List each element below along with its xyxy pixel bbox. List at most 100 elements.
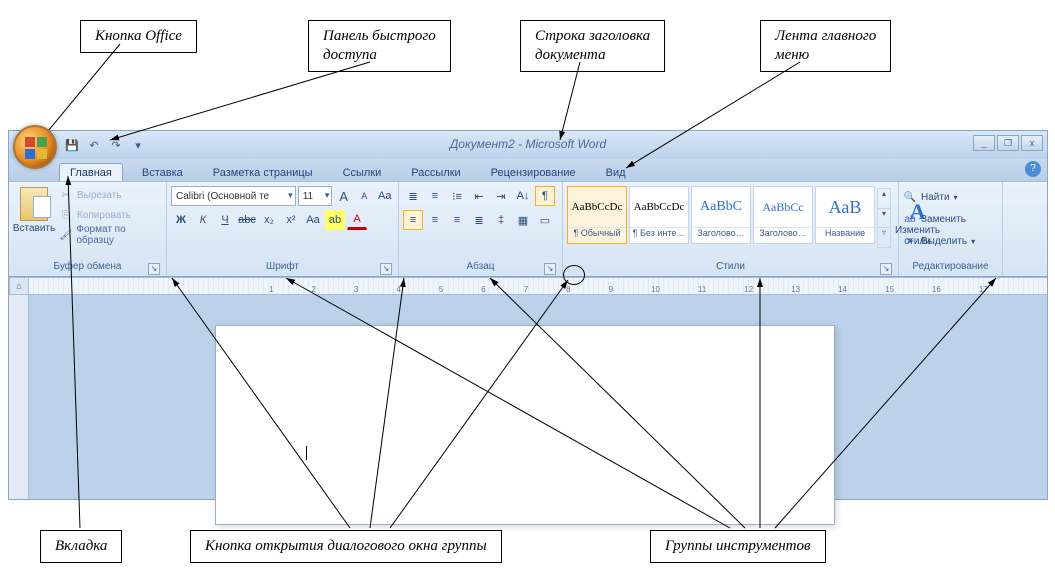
document-title: Документ2 - Microsoft Word: [9, 137, 1047, 151]
style-nospacing[interactable]: AaBbCcDc ¶ Без инте…: [629, 186, 689, 244]
paste-icon: [20, 187, 48, 221]
restore-button[interactable]: ❐: [997, 135, 1019, 151]
paste-button[interactable]: Вставить: [13, 184, 55, 260]
style-title[interactable]: АаВ Название: [815, 186, 875, 244]
line-spacing-button[interactable]: ‡: [491, 210, 511, 230]
select-button[interactable]: ➤ Выделить ▾: [903, 232, 975, 250]
italic-button[interactable]: К: [193, 210, 213, 230]
find-icon: 🔍: [903, 190, 917, 204]
style-preview: AaBbC: [692, 187, 750, 227]
chevron-down-icon[interactable]: ▾: [878, 209, 890, 229]
brush-icon: 🖌: [59, 228, 72, 242]
select-icon: ➤: [903, 234, 917, 248]
callout-title-row: Строка заголовка документа: [520, 20, 665, 72]
align-right-button[interactable]: ≡: [447, 210, 467, 230]
tab-view[interactable]: Вид: [595, 163, 637, 181]
bold-button[interactable]: Ж: [171, 210, 191, 230]
shrink-font-button[interactable]: A: [355, 186, 374, 206]
style-normal[interactable]: AaBbCcDc ¶ Обычный: [567, 186, 627, 244]
replace-button[interactable]: ab Заменить: [903, 210, 975, 228]
subscript-button[interactable]: x₂: [259, 210, 279, 230]
tab-mailings[interactable]: Рассылки: [400, 163, 471, 181]
callout-ribbon: Лента главного меню: [760, 20, 891, 72]
chevron-down-icon: ▾: [971, 237, 975, 246]
dialog-launcher-paragraph[interactable]: ↘: [544, 263, 556, 275]
chevron-up-icon[interactable]: ▴: [878, 189, 890, 209]
borders-button[interactable]: ▭: [535, 210, 555, 230]
align-center-button[interactable]: ≡: [425, 210, 445, 230]
cut-button[interactable]: ✂ Вырезать: [59, 186, 162, 204]
group-editing: 🔍 Найти ▾ ab Заменить ➤ Выделить ▾: [899, 182, 1003, 276]
group-label-editing: Редактирование: [903, 260, 998, 276]
select-label: Выделить: [921, 236, 967, 247]
minimize-button[interactable]: _: [973, 135, 995, 151]
gallery-expand-icon[interactable]: ▿: [878, 228, 890, 247]
grow-font-button[interactable]: A: [334, 186, 353, 206]
shading-button[interactable]: ▦: [513, 210, 533, 230]
callout-tab: Вкладка: [40, 530, 122, 563]
close-button[interactable]: x: [1021, 135, 1043, 151]
highlight-button[interactable]: ab: [325, 210, 345, 230]
justify-button[interactable]: ≣: [469, 210, 489, 230]
find-button[interactable]: 🔍 Найти ▾: [903, 188, 975, 206]
strike-button[interactable]: abc: [237, 210, 257, 230]
ruler-corner[interactable]: ⌂: [9, 277, 29, 295]
style-gallery-scroll[interactable]: ▴ ▾ ▿: [877, 188, 891, 248]
tab-pagelayout[interactable]: Разметка страницы: [202, 163, 324, 181]
group-clipboard: Вставить ✂ Вырезать ⎘ Копировать 🖌 Форма…: [9, 182, 167, 276]
dialog-launcher-clipboard[interactable]: ↘: [148, 263, 160, 275]
tab-insert[interactable]: Вставка: [131, 163, 194, 181]
format-painter-button[interactable]: 🖌 Формат по образцу: [59, 226, 162, 244]
word-window: 💾 ↶ ↷ ▾ Документ2 - Microsoft Word _ ❐ x…: [8, 130, 1048, 500]
office-button[interactable]: [13, 125, 57, 169]
style-preview: АаВ: [816, 187, 874, 227]
dialog-launcher-styles[interactable]: ↘: [880, 263, 892, 275]
sort-button[interactable]: A↓: [513, 186, 533, 206]
copy-icon: ⎘: [59, 208, 73, 222]
dialog-launcher-font[interactable]: ↘: [380, 263, 392, 275]
window-controls: _ ❐ x: [973, 135, 1043, 151]
bullets-button[interactable]: ≣: [403, 186, 423, 206]
align-left-button[interactable]: ≡: [403, 210, 423, 230]
group-label-paragraph: Абзац ↘: [403, 260, 558, 276]
copy-label: Копировать: [77, 210, 131, 221]
style-preview: AaBbCcDc: [630, 187, 688, 227]
scissors-icon: ✂: [59, 188, 73, 202]
style-gallery: AaBbCcDc ¶ Обычный AaBbCcDc ¶ Без инте… …: [567, 184, 891, 244]
change-case-button[interactable]: Aa: [303, 210, 323, 230]
help-button[interactable]: ?: [1025, 161, 1041, 177]
chevron-down-icon: ▾: [954, 193, 958, 202]
title-bar: 💾 ↶ ↷ ▾ Документ2 - Microsoft Word _ ❐ x: [9, 131, 1047, 159]
tab-home[interactable]: Главная: [59, 163, 123, 181]
ribbon: Вставить ✂ Вырезать ⎘ Копировать 🖌 Форма…: [9, 181, 1047, 277]
group-styles: AaBbCcDc ¶ Обычный AaBbCcDc ¶ Без инте… …: [563, 182, 899, 276]
callout-groups: Группы инструментов: [650, 530, 826, 563]
superscript-button[interactable]: x²: [281, 210, 301, 230]
tab-review[interactable]: Рецензирование: [480, 163, 587, 181]
style-name: Заголово…: [692, 227, 750, 243]
dec-indent-button[interactable]: ⇤: [469, 186, 489, 206]
font-color-button[interactable]: A: [347, 210, 367, 230]
document-page[interactable]: [215, 325, 835, 525]
copy-button[interactable]: ⎘ Копировать: [59, 206, 162, 224]
group-font: Calibri (Основной те 11 A A Aa Ж К Ч abc…: [167, 182, 399, 276]
group-label-font: Шрифт ↘: [171, 260, 394, 276]
underline-button[interactable]: Ч: [215, 210, 235, 230]
find-label: Найти: [921, 192, 950, 203]
numbering-button[interactable]: ≡: [425, 186, 445, 206]
replace-label: Заменить: [921, 214, 966, 225]
clear-format-button[interactable]: Aa: [375, 186, 394, 206]
group-label-styles: Стили ↘: [567, 260, 894, 276]
inc-indent-button[interactable]: ⇥: [491, 186, 511, 206]
style-preview: AaBbCcDc: [568, 187, 626, 227]
show-marks-button[interactable]: ¶: [535, 186, 555, 206]
tab-references[interactable]: Ссылки: [332, 163, 393, 181]
font-size-combo[interactable]: 11: [298, 186, 333, 206]
font-name-combo[interactable]: Calibri (Основной те: [171, 186, 296, 206]
vertical-ruler[interactable]: [9, 295, 29, 499]
paste-label: Вставить: [13, 223, 55, 234]
style-heading2[interactable]: AaBbCc Заголово…: [753, 186, 813, 244]
multilevel-button[interactable]: ⁝≡: [447, 186, 467, 206]
horizontal-ruler[interactable]: 1 2 3 4 5 6 7 8 9 10 11 12 13 14 15 16 1…: [29, 277, 1047, 295]
style-heading1[interactable]: AaBbC Заголово…: [691, 186, 751, 244]
